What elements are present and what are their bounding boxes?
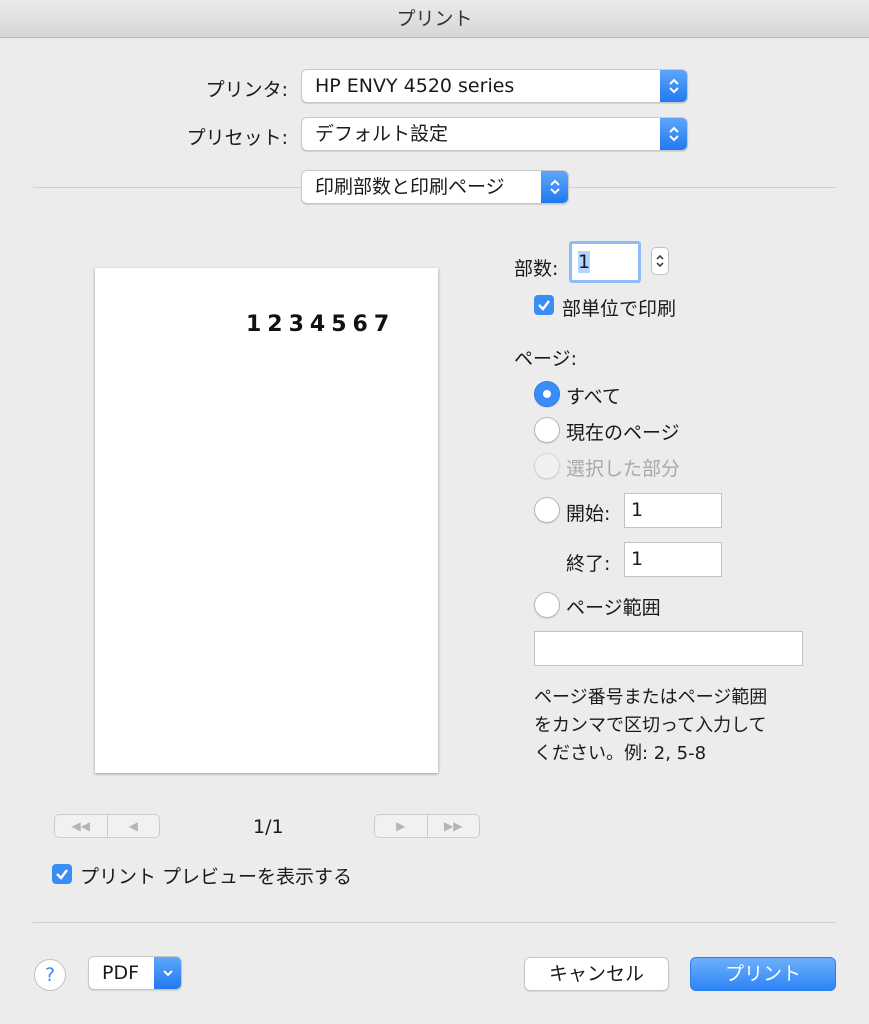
cancel-button[interactable]: キャンセル xyxy=(524,957,669,991)
pages-from-input[interactable]: 1 xyxy=(624,493,722,528)
collate-label: 部単位で印刷 xyxy=(562,298,677,320)
printer-value: HP ENVY 4520 series xyxy=(315,75,515,97)
pages-range-label: ページ範囲 xyxy=(566,597,661,619)
pages-selection-label: 選択した部分 xyxy=(566,458,681,480)
first-page-icon[interactable]: ◀◀ xyxy=(55,815,108,837)
print-label: プリント xyxy=(724,963,801,985)
chevron-updown-icon xyxy=(660,70,687,102)
hint-line-3: ください。例: 2, 5-8 xyxy=(534,743,707,764)
cancel-label: キャンセル xyxy=(548,963,644,985)
checkmark-icon xyxy=(538,300,550,311)
pages-from-radio[interactable] xyxy=(534,497,560,523)
page-indicator: 1/1 xyxy=(253,816,284,838)
help-button[interactable]: ? xyxy=(34,959,66,991)
pdf-button[interactable]: PDF xyxy=(88,956,182,990)
chevron-updown-icon xyxy=(660,118,687,150)
section-value: 印刷部数と印刷ページ xyxy=(315,176,505,198)
help-icon: ? xyxy=(44,964,56,986)
copies-value: 1 xyxy=(578,251,591,273)
pages-range-hint: ページ番号またはページ範囲 をカンマで区切って入力して ください。例: 2, 5… xyxy=(534,684,767,768)
print-button[interactable]: プリント xyxy=(690,957,836,991)
pages-range-input[interactable] xyxy=(534,631,803,666)
pages-range-radio[interactable] xyxy=(534,592,560,618)
show-preview-label: プリント プレビューを表示する xyxy=(80,866,353,888)
window-titlebar: プリント xyxy=(0,0,869,38)
show-preview-checkbox[interactable] xyxy=(52,864,72,884)
preview-nav-forward[interactable]: ▶ ▶▶ xyxy=(374,814,480,838)
pages-to-label: 終了: xyxy=(566,553,611,575)
preview-content: 1234567 xyxy=(246,312,396,337)
preview-nav-back[interactable]: ◀◀ ◀ xyxy=(54,814,160,838)
collate-checkbox[interactable] xyxy=(534,295,554,315)
printer-popup[interactable]: HP ENVY 4520 series xyxy=(301,69,688,103)
copies-label: 部数: xyxy=(514,258,559,280)
pdf-label: PDF xyxy=(102,962,140,984)
pages-from-value: 1 xyxy=(631,499,644,521)
hint-line-2: をカンマで区切って入力して xyxy=(534,715,767,736)
last-page-icon[interactable]: ▶▶ xyxy=(428,815,480,837)
next-page-icon[interactable]: ▶ xyxy=(375,815,428,837)
preset-value: デフォルト設定 xyxy=(315,123,449,145)
hint-line-1: ページ番号またはページ範囲 xyxy=(534,687,768,708)
printer-label: プリンタ: xyxy=(205,79,288,101)
section-popup[interactable]: 印刷部数と印刷ページ xyxy=(301,170,569,204)
copies-input[interactable]: 1 xyxy=(569,241,641,283)
pages-to-input[interactable]: 1 xyxy=(624,542,722,577)
pages-all-radio[interactable] xyxy=(534,381,560,407)
pages-label: ページ: xyxy=(514,348,578,370)
preset-popup[interactable]: デフォルト設定 xyxy=(301,117,688,151)
pages-current-label: 現在のページ xyxy=(566,422,680,444)
pages-current-radio[interactable] xyxy=(534,417,560,443)
chevron-updown-icon xyxy=(541,171,568,203)
pages-to-value: 1 xyxy=(631,548,644,570)
pages-from-label: 開始: xyxy=(566,503,611,525)
preset-label: プリセット: xyxy=(186,127,288,149)
footer-divider xyxy=(33,922,836,923)
previous-page-icon[interactable]: ◀ xyxy=(108,815,160,837)
window-title: プリント xyxy=(396,8,473,30)
pages-selection-radio xyxy=(534,453,560,479)
chevron-down-icon xyxy=(154,957,181,989)
pages-all-label: すべて xyxy=(566,386,621,408)
copies-stepper[interactable] xyxy=(651,247,669,275)
checkmark-icon xyxy=(56,869,68,880)
stepper-icon xyxy=(656,254,664,268)
print-preview xyxy=(95,268,438,773)
